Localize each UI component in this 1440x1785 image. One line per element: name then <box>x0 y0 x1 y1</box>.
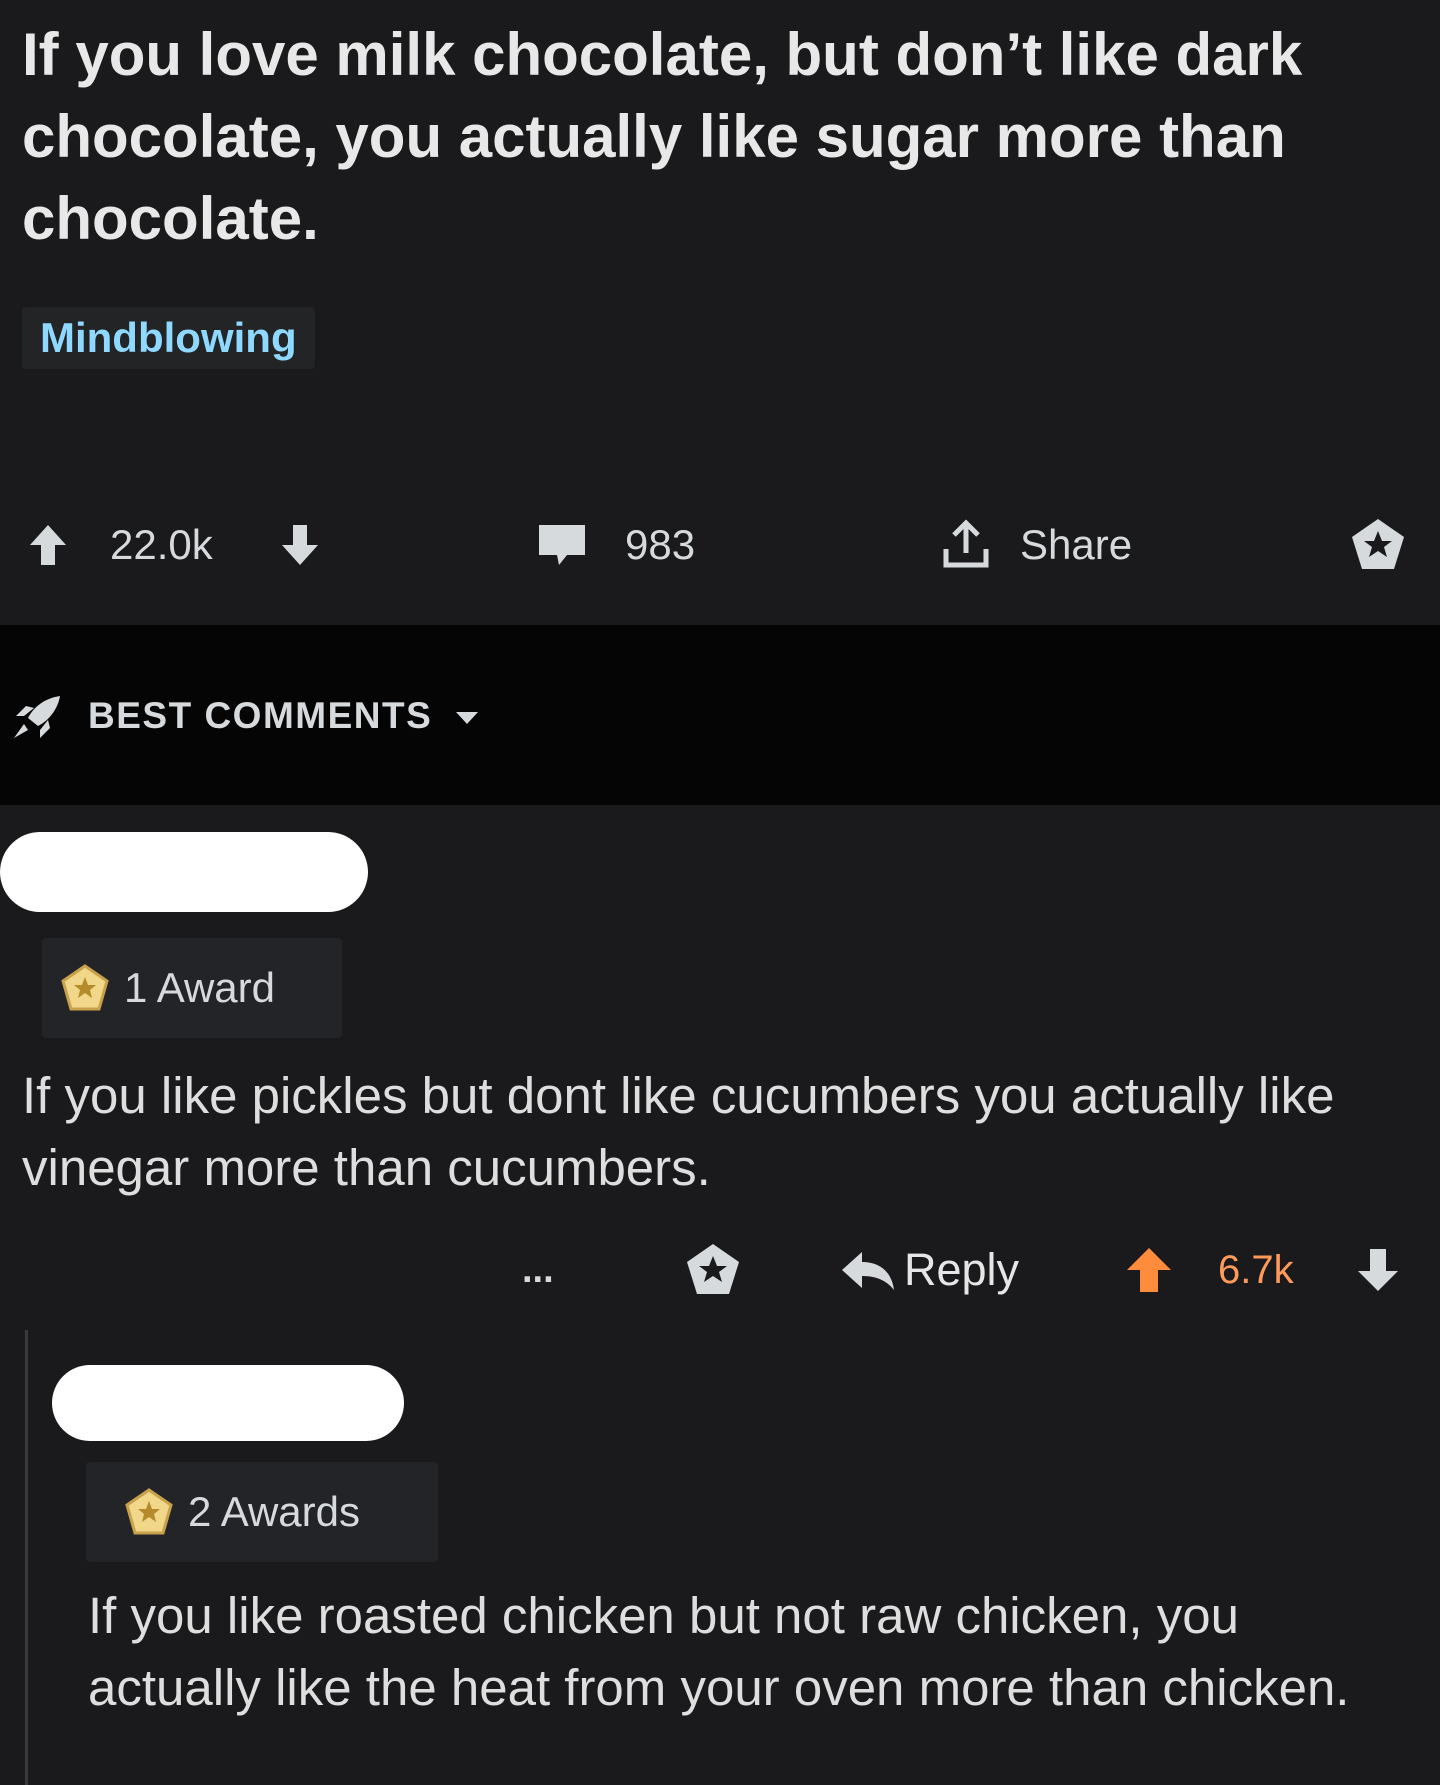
sort-dropdown[interactable]: BEST COMMENTS <box>88 695 480 737</box>
share-icon <box>943 519 989 568</box>
post-score: 22.0k <box>110 521 213 568</box>
post-actions: 22.0k 983 Share <box>0 505 1440 585</box>
post-title[interactable]: If you love milk chocolate, but don’t li… <box>22 14 1402 260</box>
award-count: 2 Awards <box>188 1488 360 1535</box>
award-icon <box>61 964 109 1011</box>
sort-label: BEST COMMENTS <box>88 695 433 736</box>
comment-score: 6.7k <box>1218 1247 1294 1292</box>
redacted-username <box>52 1365 404 1441</box>
comment-body: If you like roasted chicken but not raw … <box>88 1587 1350 1716</box>
downvote-icon <box>282 525 318 565</box>
thread-line[interactable] <box>25 1330 28 1785</box>
award-icon <box>687 1244 739 1294</box>
redacted-username <box>0 832 368 912</box>
comment-body: If you like pickles but dont like cucumb… <box>22 1067 1335 1196</box>
share-button[interactable]: Share <box>942 505 1132 585</box>
award-icon <box>1352 519 1404 569</box>
post-flair[interactable]: Mindblowing <box>22 307 315 369</box>
share-label: Share <box>1020 521 1133 568</box>
reply-label: Reply <box>904 1244 1020 1295</box>
upvote-icon <box>1127 1248 1171 1292</box>
downvote-button[interactable] <box>280 505 320 585</box>
award-badge[interactable]: 1 Award <box>42 938 342 1038</box>
upvote-icon <box>30 525 66 565</box>
comment-actions: ... Reply 6.7k <box>0 1230 1440 1310</box>
award-icon <box>125 1488 173 1535</box>
comment-downvote-button[interactable] <box>1356 1230 1400 1310</box>
comment-upvote-button[interactable] <box>1125 1230 1173 1310</box>
post-card: If you love milk chocolate, but don’t li… <box>0 0 1440 625</box>
award-comment-button[interactable] <box>683 1230 743 1310</box>
award-badge[interactable]: 2 Awards <box>86 1462 438 1562</box>
reply-icon <box>842 1252 894 1290</box>
rocket-icon <box>14 696 60 738</box>
award-post-button[interactable] <box>1348 505 1408 585</box>
comment-icon <box>539 525 585 565</box>
more-options: ... <box>522 1248 554 1291</box>
downvote-icon <box>1358 1249 1398 1291</box>
comment-count: 983 <box>625 521 696 568</box>
upvote-button[interactable] <box>28 505 68 585</box>
award-count: 1 Award <box>124 964 275 1011</box>
comments-button[interactable]: 983 <box>535 505 695 585</box>
chevron-down-icon <box>456 712 479 725</box>
more-options-button[interactable]: ... <box>522 1230 554 1310</box>
reply-button[interactable]: Reply <box>838 1230 1019 1310</box>
